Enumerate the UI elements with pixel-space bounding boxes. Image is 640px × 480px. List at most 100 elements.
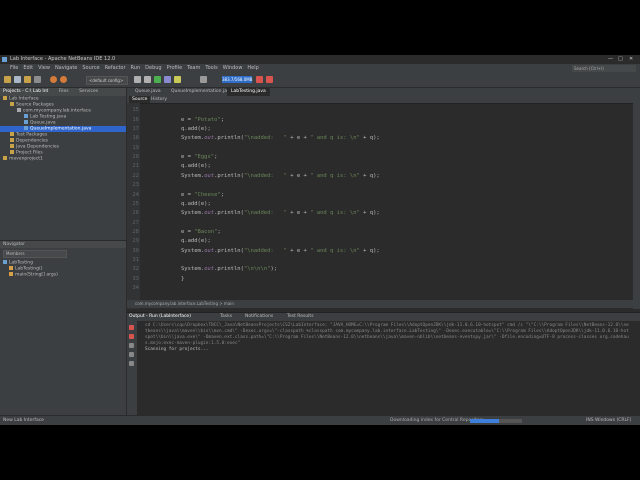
code-token: "\nadded: " — [243, 247, 287, 254]
menu-item-refactor[interactable]: Refactor — [105, 65, 126, 71]
code-text: e = "Cheese"; — [181, 191, 224, 200]
code-token: e = — [181, 191, 195, 198]
editor-tab[interactable]: LabTesting.java — [227, 88, 270, 96]
navigator-item[interactable]: main(String[] args) — [0, 272, 126, 278]
profiler-icon[interactable] — [266, 76, 273, 83]
code-token: + q); — [359, 210, 380, 217]
editor-scrollbar[interactable] — [633, 103, 640, 309]
code-token: + e + — [286, 210, 311, 217]
tab-files[interactable]: Files — [59, 89, 69, 94]
menu-item-window[interactable]: Window — [223, 65, 243, 71]
code-line: 34 — [127, 284, 627, 293]
editor-tabs: Queue.java QueueImplementation.java LabTes… — [127, 88, 640, 96]
source-tab[interactable]: Source — [129, 96, 151, 103]
navigator-title: Navigator — [0, 241, 126, 248]
line-number: 28 — [132, 228, 139, 235]
line-number: 21 — [132, 163, 139, 170]
code-token: q.add(e); — [181, 163, 211, 170]
code-token: System. — [181, 266, 205, 273]
stop-icon[interactable] — [129, 325, 134, 330]
navigator-item-label: LabTesting — [9, 260, 33, 266]
code-token: out — [204, 210, 215, 217]
config-select[interactable]: <default config> — [86, 76, 128, 85]
folder-icon — [10, 138, 14, 142]
close-icon[interactable]: ✕ — [629, 55, 633, 64]
menu-item-file[interactable]: File — [10, 65, 18, 71]
code-text: e = "Bacon"; — [181, 228, 221, 237]
line-number: 17 — [132, 126, 139, 133]
menu-item-profile[interactable]: Profile — [167, 65, 183, 71]
redo-icon[interactable] — [60, 76, 67, 83]
code-token: + q); — [359, 135, 380, 142]
code-line: 31 — [127, 256, 627, 265]
tab-output[interactable]: Output - Run (LabInterface) — [129, 313, 191, 321]
tab-tasks[interactable]: Tasks — [220, 313, 232, 321]
rerun-icon[interactable] — [129, 334, 134, 339]
tab-services[interactable]: Services — [79, 89, 98, 94]
code-line: 26 System.out.println("\nadded: " + e + "… — [127, 209, 627, 218]
editor-tab[interactable]: Queue.java — [131, 88, 165, 96]
code-token: "\n\n\n" — [243, 266, 271, 273]
tab-notifications[interactable]: Notifications — [245, 313, 273, 321]
clear-output-icon[interactable] — [129, 361, 134, 366]
breadcrumb: com.mycompany.lab.interface.LabTesting >… — [127, 300, 640, 308]
class-icon — [3, 260, 7, 264]
tab-test-results[interactable]: Test Results — [287, 313, 314, 321]
menu-item-view[interactable]: View — [38, 65, 50, 71]
menu-item-source[interactable]: Source — [82, 65, 99, 71]
output-scanning: Scanning for projects... — [145, 347, 209, 352]
settings-icon[interactable] — [129, 352, 134, 357]
apply-code-changes-icon[interactable] — [200, 76, 207, 83]
code-token: ; — [220, 116, 225, 123]
new-file-icon[interactable] — [14, 76, 21, 83]
menu-item-edit[interactable]: Edit — [23, 65, 33, 71]
menu-item-tools[interactable]: Tools — [205, 65, 217, 71]
line-number: 24 — [132, 191, 139, 198]
tree-item-label: Lab Interface — [9, 96, 39, 102]
code-token: out — [204, 135, 215, 142]
rerun-with-args-icon[interactable] — [129, 343, 134, 348]
profile-icon[interactable] — [174, 76, 181, 83]
code-token: + e + — [286, 247, 311, 254]
maximize-icon[interactable]: □ — [618, 55, 623, 64]
new-project-icon[interactable] — [4, 76, 11, 83]
tab-projects[interactable]: Projects - C:\ Lab Int — [3, 89, 48, 94]
minimize-icon[interactable]: — — [608, 55, 613, 64]
editor-tab[interactable]: QueueImplementation.java — [167, 88, 236, 96]
menu-item-team[interactable]: Team — [187, 65, 200, 71]
line-number: 22 — [132, 172, 139, 179]
code-token: q.add(e); — [181, 126, 211, 133]
clean-build-icon[interactable] — [144, 76, 151, 83]
line-number: 16 — [132, 116, 139, 123]
menu-item-debug[interactable]: Debug — [145, 65, 161, 71]
build-icon[interactable] — [134, 76, 141, 83]
code-token: + e + — [286, 172, 311, 179]
tree-item[interactable]: mavenproject1 — [0, 156, 126, 162]
menu-item-run[interactable]: Run — [131, 65, 141, 71]
search-input[interactable]: Search (Ctrl+I) — [572, 65, 636, 72]
menu-item-navigate[interactable]: Navigate — [55, 65, 77, 71]
menu-item-help[interactable]: Help — [247, 65, 258, 71]
code-text: e = "Potato"; — [181, 116, 224, 125]
tree-item-label: QueueImplementation.java — [30, 126, 92, 132]
folder-icon — [10, 102, 14, 106]
line-number: 15 — [132, 107, 139, 114]
code-text: } — [181, 275, 184, 284]
code-line: 25 q.add(e); — [127, 200, 627, 209]
code-text: q.add(e); — [181, 237, 211, 246]
pause-io-icon[interactable] — [256, 76, 263, 83]
breadcrumb-text[interactable]: com.mycompany.lab.interface.LabTesting >… — [135, 301, 234, 306]
save-all-icon[interactable] — [34, 76, 41, 83]
debug-icon[interactable] — [164, 76, 171, 83]
undo-icon[interactable] — [50, 76, 57, 83]
memory-indicator[interactable]: 383.7/568.0MB — [222, 76, 252, 83]
members-select[interactable]: Members — [3, 250, 67, 258]
run-icon[interactable] — [154, 76, 161, 83]
code-area[interactable]: 14String e;1516e = "Potato";17q.add(e);1… — [127, 103, 627, 309]
code-token: "Potato" — [194, 116, 221, 123]
code-token: String e; — [181, 103, 211, 104]
tree-item-label: Java Dependencies — [16, 144, 59, 150]
output-text[interactable]: cd C:\Users\cqu\Dropbox\TBCC\_Java\NetBe… — [145, 323, 630, 353]
history-tab[interactable]: History — [151, 96, 167, 103]
open-project-icon[interactable] — [24, 76, 31, 83]
